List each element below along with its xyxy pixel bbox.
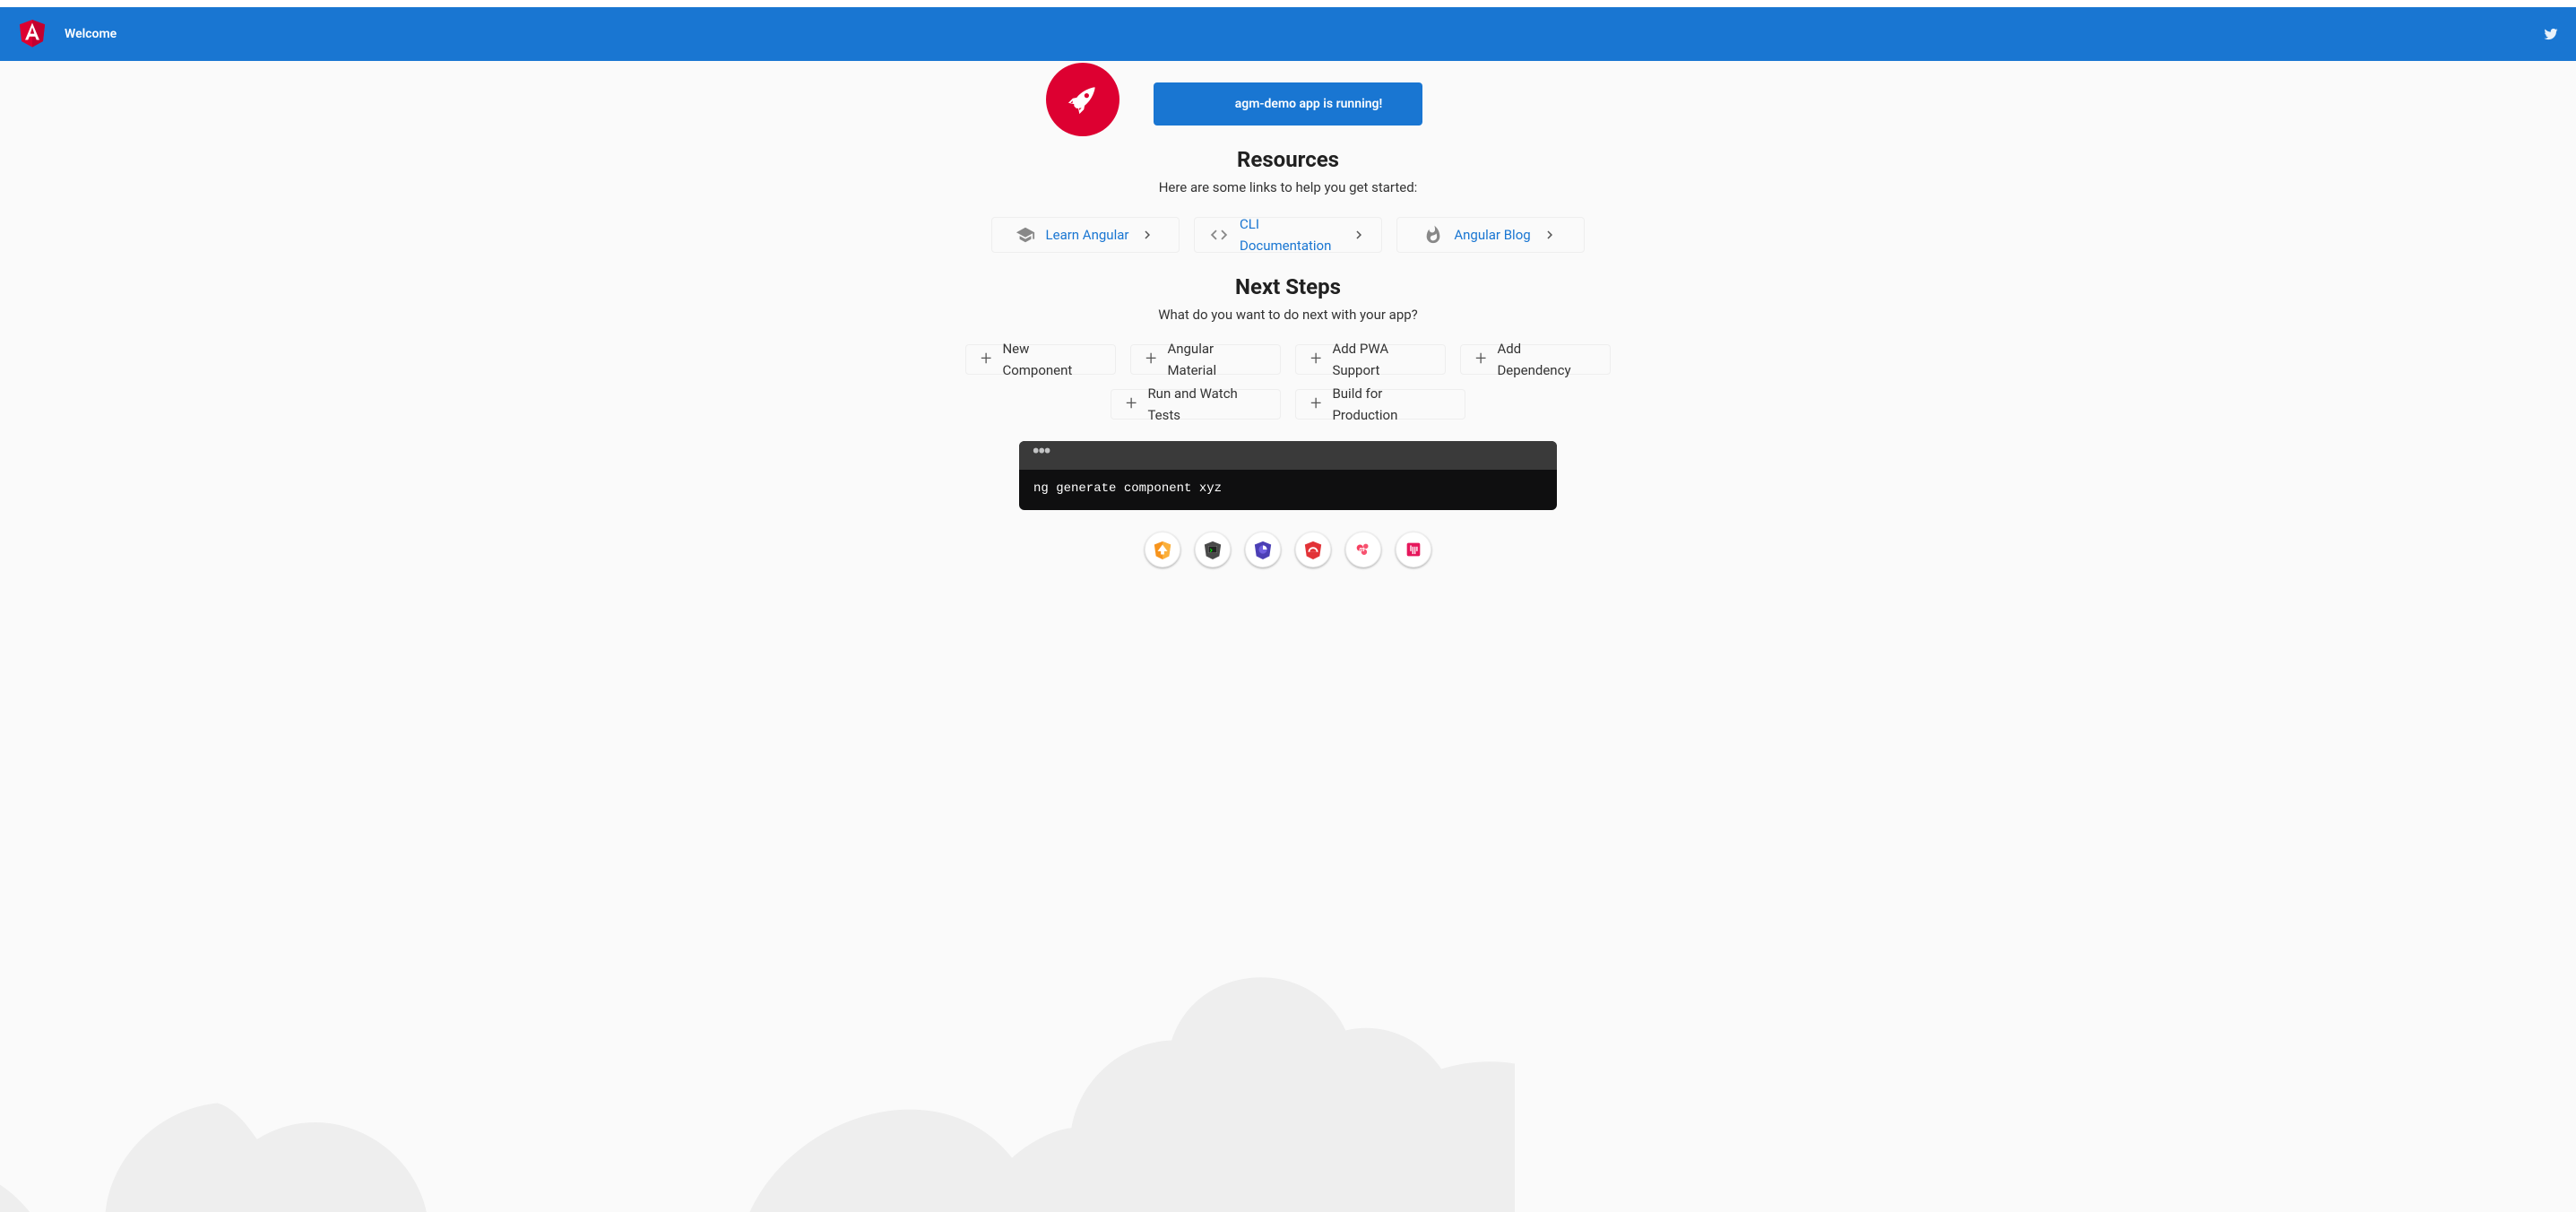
add-pwa-card[interactable]: + Add PWA Support: [1295, 344, 1446, 375]
angular-material-card[interactable]: + Angular Material: [1130, 344, 1281, 375]
plus-icon: +: [1126, 394, 1137, 414]
gitter-icon: [1404, 540, 1423, 559]
card-label: CLI Documentation: [1240, 213, 1340, 256]
resources-cards: Learn Angular CLI Documentation Angular …: [984, 217, 1592, 267]
card-label: Build for Production: [1332, 383, 1450, 426]
animations-icon: [1153, 540, 1172, 559]
flame-icon: [1423, 225, 1443, 245]
terminal-command: ng generate component xyz: [1019, 481, 1557, 510]
rocket-badge: [1046, 63, 1119, 136]
card-label: Angular Blog: [1454, 224, 1530, 246]
twitter-icon: [2540, 23, 2562, 45]
add-dependency-card[interactable]: + Add Dependency: [1460, 344, 1611, 375]
meetup-icon: m: [1353, 540, 1373, 559]
plus-icon: +: [1145, 350, 1156, 369]
augury-link[interactable]: [1245, 532, 1281, 567]
angular-logo-icon: [14, 16, 50, 52]
angular-blog-card[interactable]: Angular Blog: [1396, 217, 1585, 253]
resources-heading: Resources: [1237, 147, 1339, 172]
plus-icon: +: [1310, 394, 1321, 414]
learn-angular-card[interactable]: Learn Angular: [991, 217, 1180, 253]
code-brackets-icon: [1209, 225, 1229, 245]
chevron-right-icon: [1139, 227, 1155, 243]
cli-link[interactable]: [1195, 532, 1231, 567]
card-label: Run and Watch Tests: [1147, 383, 1266, 426]
resources-subtext: Here are some links to help you get star…: [1159, 179, 1418, 195]
rocket-icon: [1064, 81, 1102, 118]
next-steps-subtext: What do you want to do next with your ap…: [1158, 307, 1418, 323]
clouds-background: [0, 920, 1515, 1212]
plus-icon: +: [1310, 350, 1321, 369]
highlight-card: agm-demo app is running!: [1154, 82, 1422, 126]
new-component-card[interactable]: + New Component: [965, 344, 1116, 375]
card-label: New Component: [1002, 338, 1101, 381]
protractor-icon: [1303, 540, 1323, 559]
protractor-link[interactable]: [1295, 532, 1331, 567]
next-steps-cards: + New Component + Angular Material + Add…: [872, 344, 1704, 434]
card-label: Angular Material: [1167, 338, 1266, 381]
card-label: Add PWA Support: [1332, 338, 1431, 381]
card-label: Add Dependency: [1497, 338, 1595, 381]
card-label: Learn Angular: [1046, 224, 1129, 246]
terminal: ng generate component xyz: [1019, 441, 1557, 510]
footer-link-row: m: [1137, 524, 1439, 575]
plus-icon: +: [981, 350, 991, 369]
svg-text:m: m: [1359, 545, 1364, 553]
gitter-link[interactable]: [1396, 532, 1431, 567]
cli-documentation-card[interactable]: CLI Documentation: [1194, 217, 1382, 253]
chevron-right-icon: [1542, 227, 1558, 243]
animations-link[interactable]: [1145, 532, 1180, 567]
browser-chrome-top: [0, 0, 2576, 7]
twitter-link[interactable]: [2540, 16, 2562, 52]
highlight-text: agm-demo app is running!: [1235, 97, 1382, 111]
run-tests-card[interactable]: + Run and Watch Tests: [1111, 389, 1281, 420]
toolbar-title: Welcome: [65, 27, 117, 41]
plus-icon: +: [1475, 350, 1486, 369]
meetup-link[interactable]: m: [1345, 532, 1381, 567]
school-icon: [1016, 225, 1035, 245]
augury-icon: [1253, 540, 1273, 559]
next-steps-heading: Next Steps: [1235, 274, 1341, 299]
chevron-right-icon: [1351, 227, 1367, 243]
cli-shield-icon: [1203, 540, 1223, 559]
app-toolbar: Welcome: [0, 7, 2576, 61]
build-production-card[interactable]: + Build for Production: [1295, 389, 1465, 420]
